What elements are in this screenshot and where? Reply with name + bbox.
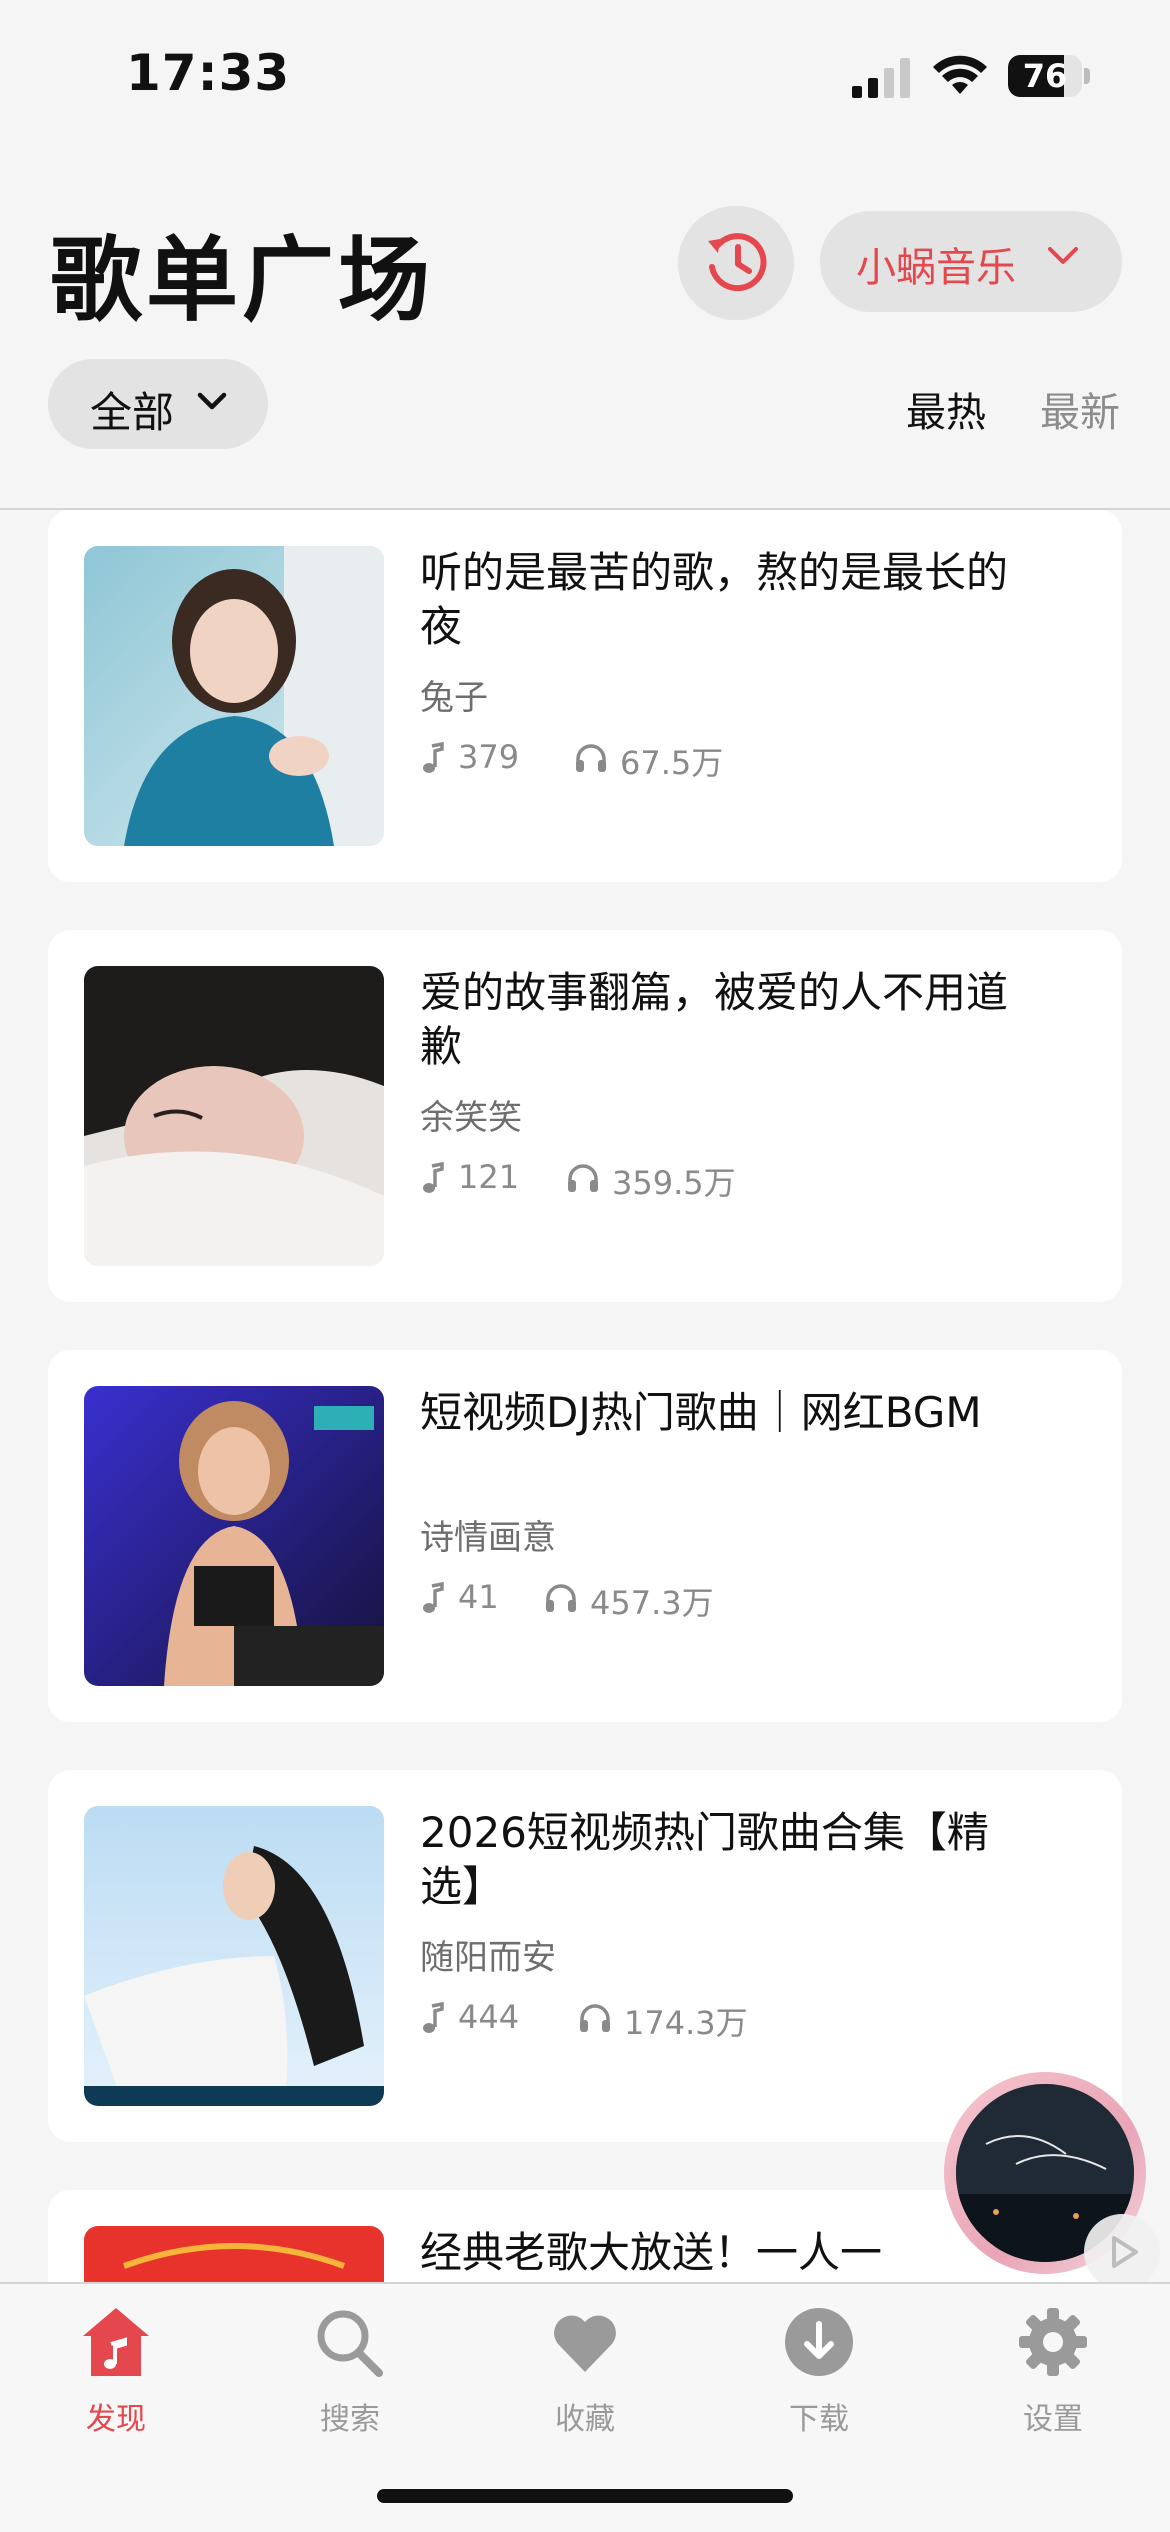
playlist-cover-image [84, 546, 384, 846]
playlist-author: 余笑笑 [420, 1098, 522, 1138]
music-note-icon [423, 2002, 444, 2033]
tab-label: 收藏 [555, 2402, 615, 2437]
playlist-author: 诗情画意 [420, 1518, 556, 1558]
sort-hottest-tab[interactable]: 最热 [906, 380, 986, 438]
playlist-title: 经典老歌大放送！一人一 [420, 2228, 883, 2277]
headphones-icon [580, 2004, 610, 2032]
download-icon [785, 2308, 853, 2376]
playlist-author: 兔子 [420, 678, 488, 718]
history-button[interactable] [678, 206, 794, 320]
tab-favorites[interactable]: 收藏 [515, 2284, 655, 2444]
cellular-signal-icon [852, 58, 910, 98]
battery-percentage: 76 [1022, 57, 1068, 95]
playlist-cover-image [84, 1806, 384, 2106]
tab-discover[interactable]: 发现 [46, 2284, 186, 2444]
tab-search[interactable]: 搜索 [280, 2284, 420, 2444]
playlist-card[interactable]: 2026短视频热门歌曲合集【精选】 随阳而安 444 174.3万 [48, 1770, 1122, 2142]
tab-label: 发现 [86, 2402, 146, 2437]
headphones-icon [568, 1164, 598, 1192]
gear-icon [1019, 2308, 1087, 2376]
music-note-icon [423, 1582, 444, 1613]
playlist-title: 短视频DJ热门歌曲｜网红BGM [420, 1388, 982, 1437]
category-filter-button[interactable]: 全部 [48, 359, 268, 449]
tab-label: 搜索 [320, 2402, 380, 2437]
play-icon [1112, 2236, 1138, 2268]
playlist-card[interactable]: 爱的故事翻篇，被爱的人不用道歉 余笑笑 121 359.5万 [48, 930, 1122, 1302]
playlist-title: 听的是最苦的歌，熬的是最长的夜 [420, 548, 1009, 651]
playlist-cover-image [84, 2226, 384, 2282]
page-title: 歌单广场 [50, 227, 435, 334]
chevron-down-icon [197, 392, 227, 410]
music-note-icon [423, 1162, 444, 1193]
history-icon [708, 233, 767, 292]
mini-player-play-button[interactable] [1084, 2214, 1160, 2290]
battery-icon: 76 [1008, 55, 1090, 97]
playlist-author: 随阳而安 [420, 1938, 556, 1978]
category-filter-label: 全部 [90, 388, 175, 437]
music-source-label: 小蜗音乐 [856, 245, 1016, 291]
playlist-card[interactable]: 听的是最苦的歌，熬的是最长的夜 兔子 379 67.5万 [48, 510, 1122, 882]
tab-label: 设置 [1023, 2402, 1083, 2437]
playlist-list[interactable]: 听的是最苦的歌，熬的是最长的夜 兔子 379 67.5万 爱的故事翻篇，被爱的人… [0, 510, 1170, 2282]
headphones-icon [546, 1584, 576, 1612]
status-bar: 17:33 76 [0, 0, 1170, 150]
playlist-square-screen: 17:33 76 歌单广场 小蜗音乐 全部 最热 最新 听的是最苦的歌，熬的是最… [0, 0, 1170, 2532]
home-music-icon [83, 2308, 149, 2376]
tab-label: 下载 [789, 2402, 849, 2437]
home-indicator [377, 2489, 793, 2503]
chevron-down-icon [1048, 247, 1078, 264]
tab-settings[interactable]: 设置 [983, 2284, 1123, 2444]
heart-icon [554, 2315, 616, 2372]
music-note-icon [423, 742, 444, 773]
sort-newest-tab[interactable]: 最新 [1040, 380, 1120, 438]
wifi-icon [933, 55, 987, 94]
playlist-card[interactable]: 短视频DJ热门歌曲｜网红BGM 诗情画意 41 457.3万 [48, 1350, 1122, 1722]
tab-downloads[interactable]: 下载 [749, 2284, 889, 2444]
playlist-title: 2026短视频热门歌曲合集【精选】 [420, 1808, 989, 1911]
music-source-selector[interactable]: 小蜗音乐 [820, 211, 1122, 312]
playlist-cover-image [84, 1386, 384, 1686]
headphones-icon [576, 744, 606, 772]
playlist-cover-image [84, 966, 384, 1266]
search-icon [317, 2310, 383, 2377]
playlist-title: 爱的故事翻篇，被爱的人不用道歉 [420, 968, 1009, 1071]
status-time: 17:33 [126, 44, 291, 102]
